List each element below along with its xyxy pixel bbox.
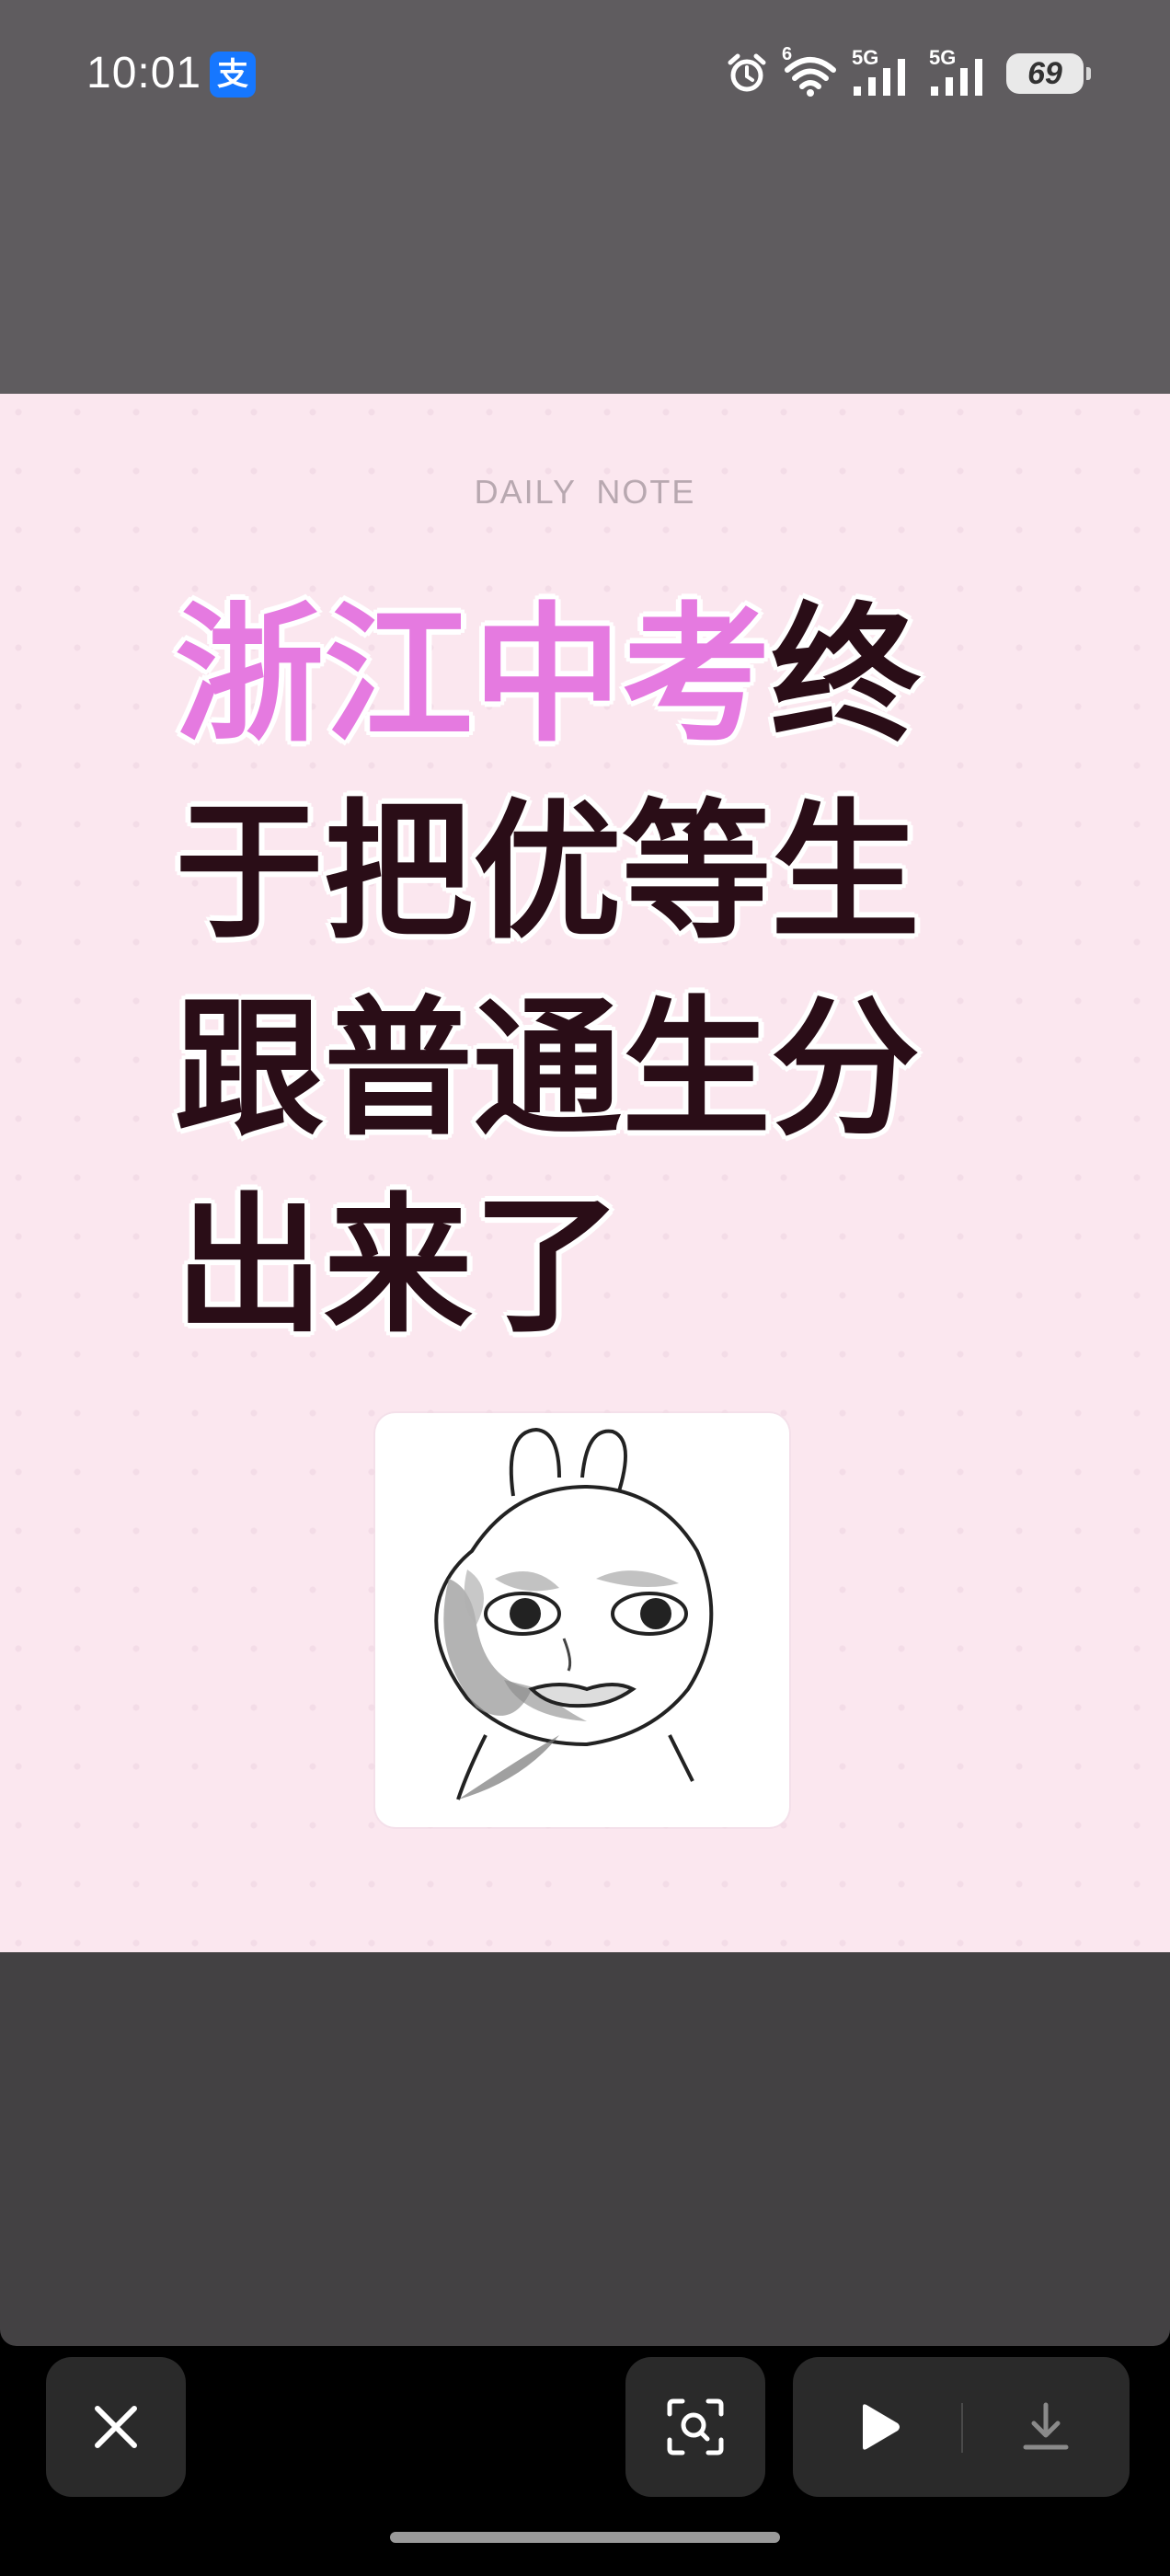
play-button[interactable]: [793, 2357, 961, 2497]
rabbit-meme-image: [375, 1413, 789, 1827]
rabbit-face-icon: [434, 1427, 714, 1800]
headline-line-4: 出来了: [175, 1180, 622, 1353]
close-icon: [95, 2406, 137, 2448]
battery-level: 69: [1027, 56, 1062, 91]
bottom-toolbar: [0, 2346, 1170, 2502]
image-viewer-content[interactable]: DAILY NOTE 浙江中考终 于把优等生 跟普通生分 出来了: [0, 394, 1170, 1952]
visual-search-icon: [667, 2398, 724, 2455]
alarm-icon: [728, 53, 766, 92]
headline-line-2: 于把优等生: [175, 787, 920, 960]
media-action-group: [793, 2357, 1130, 2497]
bottom-dim-area: [0, 1952, 1170, 2346]
headline-line-1: 浙江中考终: [175, 578, 920, 775]
home-indicator[interactable]: [390, 2532, 780, 2543]
close-button[interactable]: [46, 2357, 186, 2497]
screen: 10:01 支 6 5G 5G 69 DAILY NOTE 浙江中考终 于把优等…: [0, 0, 1170, 2576]
download-icon: [1023, 2402, 1068, 2450]
download-button[interactable]: [961, 2357, 1130, 2497]
signal-icon: 5G: [852, 46, 916, 98]
status-bar: 10:01 支 6 5G 5G 69: [0, 0, 1170, 147]
play-icon: [862, 2404, 900, 2450]
image-header-text: DAILY NOTE: [474, 473, 696, 511]
wifi-band-label: 6: [782, 44, 793, 64]
headline-highlight: 浙江中考: [175, 590, 771, 763]
status-time: 10:01: [86, 49, 202, 98]
headline-line-3: 跟普通生分: [175, 983, 920, 1156]
battery-icon: 69: [1006, 53, 1091, 94]
wifi-icon: 6: [782, 44, 839, 98]
status-icons: 6 5G 5G 69: [725, 44, 1091, 98]
signal-icon: 5G: [929, 46, 993, 98]
alipay-notification-icon: 支: [210, 52, 256, 98]
visual-search-button[interactable]: [625, 2357, 765, 2497]
headline-line-1-rest: 终: [771, 590, 920, 763]
image-headline: 浙江中考终 于把优等生 跟普通生分 出来了: [175, 578, 920, 1365]
